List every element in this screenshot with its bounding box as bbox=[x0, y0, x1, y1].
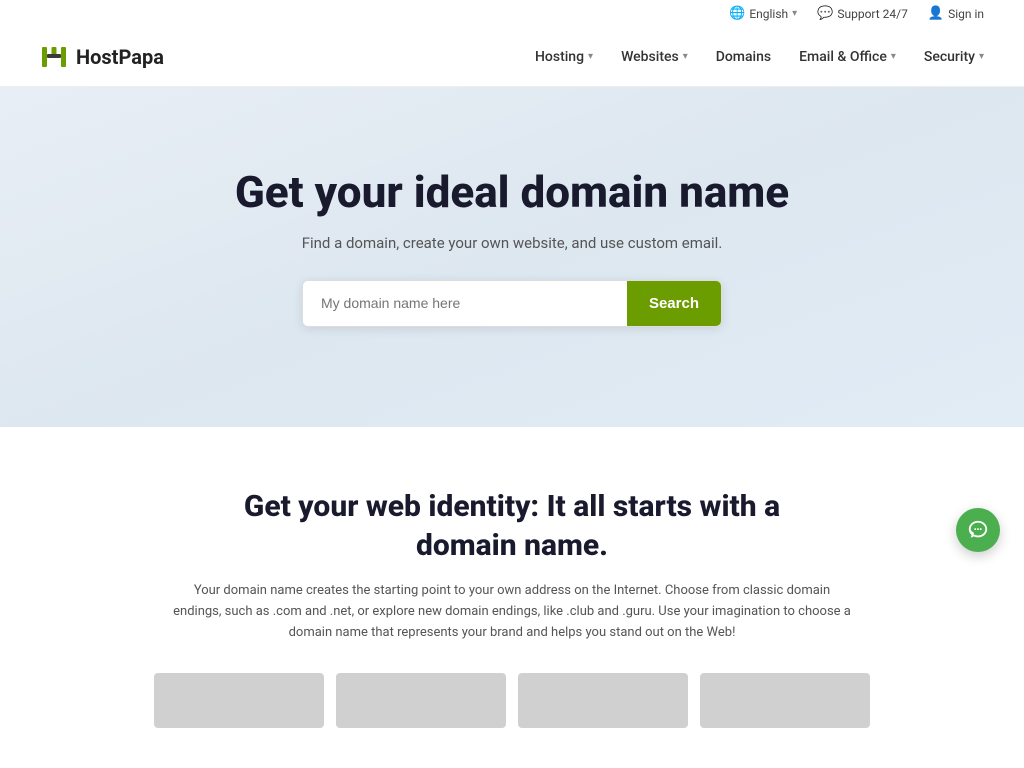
logo-link[interactable]: HostPapa bbox=[40, 43, 164, 71]
hosting-chevron-icon: ▾ bbox=[588, 51, 593, 62]
language-chevron-icon: ▾ bbox=[792, 8, 797, 19]
hero-section: Get your ideal domain name Find a domain… bbox=[0, 87, 1024, 427]
nav-links: Hosting ▾ Websites ▾ Domains Email & Off… bbox=[535, 49, 984, 65]
domain-search-bar: Search bbox=[302, 280, 722, 327]
lower-section-description: Your domain name creates the starting po… bbox=[172, 581, 852, 643]
domain-cards-row bbox=[40, 673, 984, 728]
domain-card-4[interactable] bbox=[700, 673, 870, 728]
top-bar: 🌐 English ▾ 💬 Support 24/7 👤 Sign in bbox=[0, 0, 1024, 27]
nav-item-email-office[interactable]: Email & Office ▾ bbox=[799, 49, 896, 65]
search-button[interactable]: Search bbox=[627, 281, 721, 326]
nav-security-label: Security bbox=[924, 49, 975, 65]
nav-item-hosting[interactable]: Hosting ▾ bbox=[535, 49, 593, 65]
hero-title: Get your ideal domain name bbox=[235, 167, 789, 218]
domain-card-2[interactable] bbox=[336, 673, 506, 728]
logo-icon bbox=[40, 43, 68, 71]
security-chevron-icon: ▾ bbox=[979, 51, 984, 62]
language-selector[interactable]: 🌐 English ▾ bbox=[729, 6, 797, 21]
signin-link[interactable]: 👤 Sign in bbox=[928, 6, 984, 21]
logo-text: HostPapa bbox=[76, 45, 164, 69]
nav-hosting-label: Hosting bbox=[535, 49, 584, 65]
nav-item-security[interactable]: Security ▾ bbox=[924, 49, 984, 65]
lower-section-title: Get your web identity: It all starts wit… bbox=[232, 487, 792, 565]
lower-section: Get your web identity: It all starts wit… bbox=[0, 427, 1024, 768]
chat-bubble-icon bbox=[967, 519, 989, 541]
domain-card-3[interactable] bbox=[518, 673, 688, 728]
hero-subtitle: Find a domain, create your own website, … bbox=[302, 234, 723, 252]
signin-label: Sign in bbox=[948, 7, 984, 21]
nav-email-office-label: Email & Office bbox=[799, 49, 887, 65]
websites-chevron-icon: ▾ bbox=[683, 51, 688, 62]
main-navbar: HostPapa Hosting ▾ Websites ▾ Domains Em… bbox=[0, 27, 1024, 87]
nav-websites-label: Websites bbox=[621, 49, 679, 65]
nav-domains-label: Domains bbox=[716, 49, 771, 65]
nav-item-websites[interactable]: Websites ▾ bbox=[621, 49, 688, 65]
domain-search-input[interactable] bbox=[303, 281, 627, 326]
globe-icon: 🌐 bbox=[729, 6, 745, 21]
domain-card-1[interactable] bbox=[154, 673, 324, 728]
email-office-chevron-icon: ▾ bbox=[891, 51, 896, 62]
nav-item-domains[interactable]: Domains bbox=[716, 49, 771, 65]
user-icon: 👤 bbox=[928, 6, 944, 21]
language-label: English bbox=[749, 7, 788, 21]
support-label: Support 24/7 bbox=[837, 7, 908, 21]
support-link[interactable]: 💬 Support 24/7 bbox=[817, 6, 908, 21]
chat-icon: 💬 bbox=[817, 6, 833, 21]
chat-bubble-button[interactable] bbox=[956, 508, 1000, 552]
